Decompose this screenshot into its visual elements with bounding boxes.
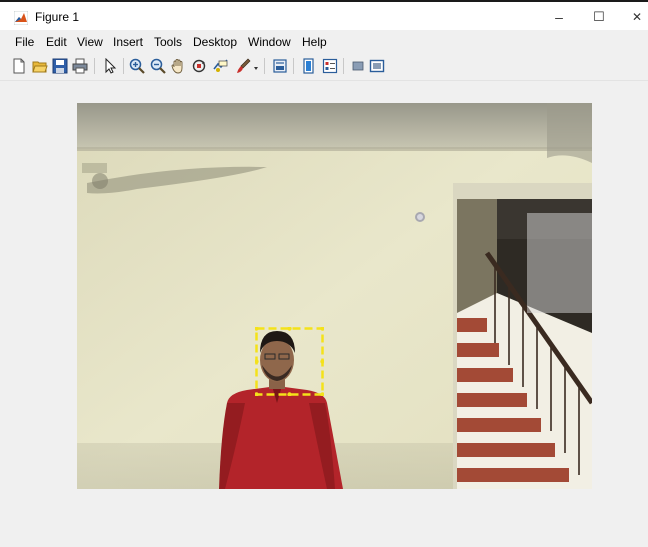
menu-help[interactable]: Help (302, 35, 327, 49)
title-bar: Figure 1 – ☐ ✕ (0, 2, 648, 30)
legend-icon[interactable] (321, 57, 339, 75)
data-cursor-icon[interactable] (212, 57, 230, 75)
matlab-logo-icon (14, 11, 28, 25)
menu-bar: File Edit View Insert Tools Desktop Wind… (0, 32, 648, 52)
hide-plot-tools-icon[interactable] (349, 57, 367, 75)
zoom-in-icon[interactable] (128, 57, 146, 75)
menu-insert[interactable]: Insert (113, 35, 143, 49)
window-title: Figure 1 (35, 10, 80, 24)
menu-file[interactable]: File (15, 35, 34, 49)
rotate-3d-icon[interactable] (190, 57, 208, 75)
print-icon[interactable] (71, 57, 89, 75)
toolbar-separator (94, 58, 95, 74)
webcam-frame-image (77, 103, 592, 489)
pan-icon[interactable] (169, 57, 187, 75)
image-axes[interactable] (77, 103, 592, 489)
minimize-button[interactable]: – (539, 6, 579, 28)
show-plot-tools-icon[interactable] (368, 57, 386, 75)
menu-tools[interactable]: Tools (154, 35, 182, 49)
close-button[interactable]: ✕ (617, 6, 648, 28)
toolbar-separator (264, 58, 265, 74)
toolbar-separator (123, 58, 124, 74)
figure-toolbar (0, 52, 648, 81)
zoom-out-icon[interactable] (149, 57, 167, 75)
toolbar-separator (293, 58, 294, 74)
select-arrow-icon[interactable] (101, 57, 119, 75)
save-icon[interactable] (51, 57, 69, 75)
brush-icon[interactable] (234, 57, 252, 75)
menu-desktop[interactable]: Desktop (193, 35, 237, 49)
link-plot-icon[interactable] (271, 57, 289, 75)
maximize-button[interactable]: ☐ (579, 6, 619, 28)
brush-dropdown-icon[interactable] (252, 57, 260, 75)
open-icon[interactable] (31, 57, 49, 75)
face-detection-box (255, 327, 324, 396)
menu-window[interactable]: Window (248, 35, 291, 49)
menu-edit[interactable]: Edit (46, 35, 67, 49)
new-figure-icon[interactable] (10, 57, 28, 75)
toolbar-separator (343, 58, 344, 74)
menu-view[interactable]: View (77, 35, 103, 49)
colorbar-icon[interactable] (300, 57, 318, 75)
